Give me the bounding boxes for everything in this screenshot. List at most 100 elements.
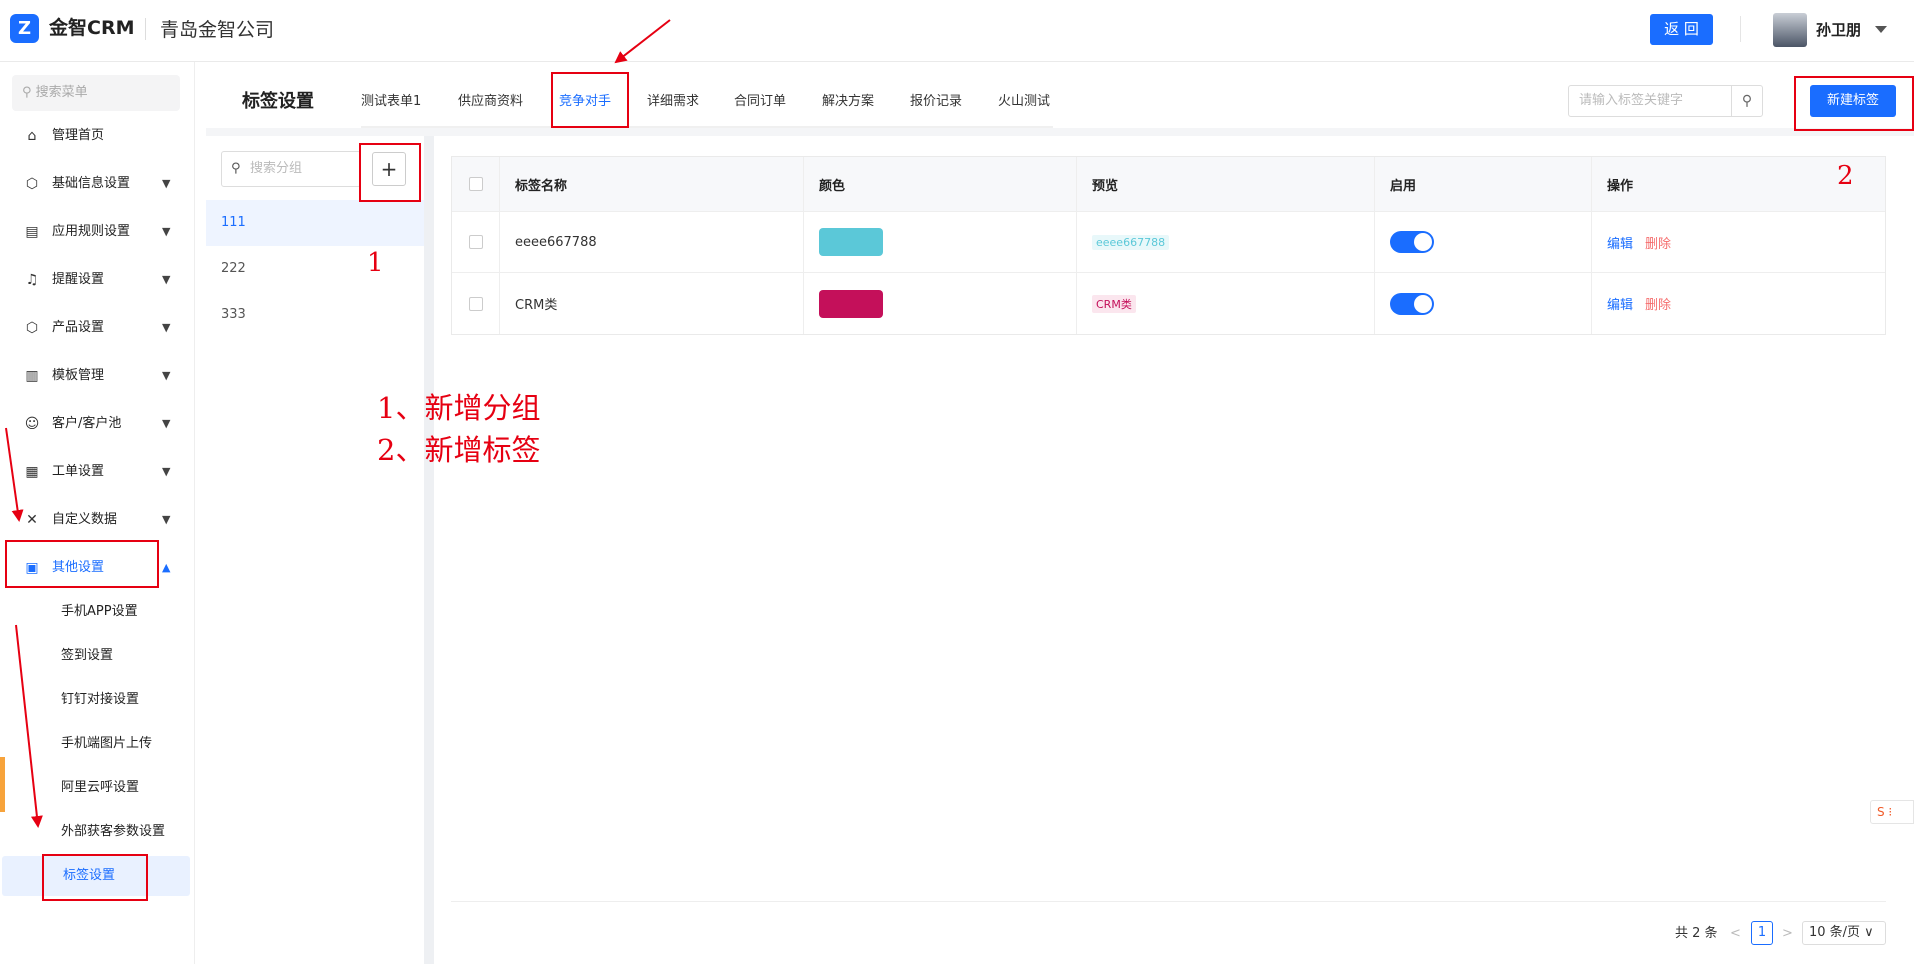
top-bar: Z 金智CRM 青岛金智公司 返 回 孙卫朋 [0, 0, 1914, 62]
user-menu-caret-icon[interactable] [1875, 26, 1887, 33]
delete-link[interactable]: 删除 [1645, 294, 1671, 313]
sidebar-item-label: 自定义数据 [52, 512, 118, 527]
chevron-down-icon: ▼ [162, 321, 171, 334]
tag-actions-cell: 编辑 删除 [1592, 273, 1885, 334]
sidebar-item-products[interactable]: ⬡ 产品设置 ▼ [0, 308, 180, 348]
row-select-cell [452, 212, 500, 272]
company-name: 青岛金智公司 [160, 19, 275, 41]
tab-solutions[interactable]: 解决方案 [822, 82, 874, 122]
grid-icon: ▣ [25, 560, 39, 576]
sidebar-item-home[interactable]: ⌂ 管理首页 [0, 116, 180, 156]
enabled-toggle[interactable] [1390, 292, 1434, 315]
floating-tool-widget[interactable]: S ⁝ [1870, 800, 1914, 824]
color-swatch [819, 228, 883, 256]
annotation-text-line2: 2、新增标签 [377, 433, 541, 467]
select-all-checkbox[interactable] [469, 177, 483, 191]
main-content: 标签设置 测试表单1 供应商资料 竞争对手 详细需求 合同订单 解决方案 报价记… [196, 62, 1914, 964]
table-row: eeee667788 eeee667788 编辑 删除 [452, 212, 1885, 273]
panel-divider [424, 136, 434, 964]
menu-search-input[interactable]: ⚲ 搜索菜单 [12, 75, 180, 111]
sidebar-item-app-rules[interactable]: ▤ 应用规则设置 ▼ [0, 212, 180, 252]
submenu-item-mobile-app[interactable]: 手机APP设置 [0, 592, 190, 632]
row-checkbox[interactable] [469, 296, 483, 311]
submenu-item-external-leads[interactable]: 外部获客参数设置 [0, 812, 190, 852]
group-item[interactable]: 111 [206, 200, 424, 246]
submenu-item-tag-settings[interactable]: 标签设置 [2, 856, 190, 896]
table-header-row: 标签名称 颜色 预览 启用 操作 [452, 157, 1885, 212]
users-icon: ☺ [24, 416, 40, 432]
header-divider-2 [1740, 16, 1741, 42]
tag-color-cell [804, 273, 1077, 334]
pager-prev-icon[interactable]: < [1730, 922, 1741, 946]
bell-icon: ♫ [25, 272, 39, 288]
row-select-cell [452, 273, 500, 334]
group-item[interactable]: 333 [206, 292, 424, 338]
tools-icon: ✕ [26, 512, 38, 528]
new-tag-button[interactable]: 新建标签 [1810, 85, 1896, 117]
group-search-input[interactable]: ⚲ 搜索分组 [221, 151, 361, 187]
chevron-down-icon: ▼ [162, 369, 171, 382]
delete-link[interactable]: 删除 [1645, 233, 1671, 252]
sidebar-item-other-settings[interactable]: ▣ 其他设置 ▲ [0, 548, 180, 588]
template-icon: ▥ [25, 368, 39, 384]
submenu-item-dingtalk[interactable]: 钉钉对接设置 [0, 680, 190, 720]
page-size-select[interactable]: 10 条/页 ∨ [1802, 921, 1886, 945]
tab-volcano-test[interactable]: 火山测试 [998, 82, 1050, 122]
search-icon: ⚲ [231, 161, 241, 176]
cube-icon: ⬡ [25, 176, 39, 192]
chevron-down-icon: ▼ [162, 417, 171, 430]
sidebar-item-label: 管理首页 [52, 128, 105, 143]
sidebar-item-reminders[interactable]: ♫ 提醒设置 ▼ [0, 260, 180, 300]
header-divider [145, 18, 146, 40]
tab-suppliers[interactable]: 供应商资料 [458, 82, 523, 122]
cube-icon: ⬡ [25, 320, 39, 336]
group-item[interactable]: 222 [206, 246, 424, 292]
sidebar-item-label: 提醒设置 [52, 272, 105, 287]
submenu-item-checkin[interactable]: 签到设置 [0, 636, 190, 676]
tab-contracts[interactable]: 合同订单 [734, 82, 786, 122]
user-name[interactable]: 孙卫朋 [1816, 18, 1861, 42]
tag-enabled-cell [1375, 273, 1592, 334]
tag-table: 标签名称 颜色 预览 启用 操作 eeee667788 eeee667788 编… [451, 156, 1886, 335]
sidebar-item-label: 工单设置 [52, 464, 105, 479]
tab-competitors[interactable]: 竞争对手 [559, 82, 611, 122]
edit-link[interactable]: 编辑 [1607, 294, 1633, 313]
floating-edge-widget[interactable] [0, 757, 5, 812]
submenu-item-aliyun-call[interactable]: 阿里云呼设置 [0, 768, 190, 808]
row-checkbox[interactable] [469, 235, 483, 249]
sidebar-item-custom-data[interactable]: ✕ 自定义数据 ▼ [0, 500, 180, 540]
toggle-knob [1414, 294, 1432, 313]
sidebar-item-work-orders[interactable]: ▦ 工单设置 ▼ [0, 452, 180, 492]
sidebar-item-label: 应用规则设置 [52, 224, 131, 239]
enabled-toggle[interactable] [1390, 231, 1434, 253]
sidebar-item-label: 模板管理 [52, 368, 105, 383]
tag-search-input[interactable]: 请输入标签关键字 [1568, 85, 1732, 117]
sidebar-item-basic-info[interactable]: ⬡ 基础信息设置 ▼ [0, 164, 180, 204]
color-swatch [819, 289, 883, 318]
tag-color-cell [804, 212, 1077, 272]
tag-actions-cell: 编辑 删除 [1592, 212, 1885, 272]
tab-test-form[interactable]: 测试表单1 [361, 82, 421, 122]
edit-link[interactable]: 编辑 [1607, 233, 1633, 252]
chevron-up-icon: ▲ [162, 561, 171, 574]
table-row: CRM类 CRM类 编辑 删除 [452, 273, 1885, 334]
pager-total: 共 2 条 [1675, 926, 1718, 941]
avatar[interactable] [1773, 13, 1807, 47]
pager-next-icon[interactable]: > [1782, 922, 1793, 946]
pager-page-1[interactable]: 1 [1751, 921, 1773, 945]
tag-name: CRM类 [500, 273, 804, 334]
toggle-knob [1414, 233, 1432, 251]
back-button[interactable]: 返 回 [1650, 14, 1713, 45]
tab-requirements[interactable]: 详细需求 [647, 82, 699, 122]
add-group-button[interactable]: + [372, 152, 406, 186]
sidebar-item-templates[interactable]: ▥ 模板管理 ▼ [0, 356, 180, 396]
tab-quotes[interactable]: 报价记录 [910, 82, 962, 122]
sidebar-item-customers[interactable]: ☺ 客户/客户池 ▼ [0, 404, 180, 444]
annotation-number-1: 1 [367, 248, 384, 278]
search-icon[interactable]: ⚲ [1731, 85, 1763, 117]
page-title: 标签设置 [242, 91, 314, 112]
submenu-item-image-upload[interactable]: 手机端图片上传 [0, 724, 190, 764]
home-icon: ⌂ [27, 128, 37, 144]
chevron-down-icon: ▼ [162, 513, 171, 526]
table-footer-divider [451, 901, 1886, 902]
